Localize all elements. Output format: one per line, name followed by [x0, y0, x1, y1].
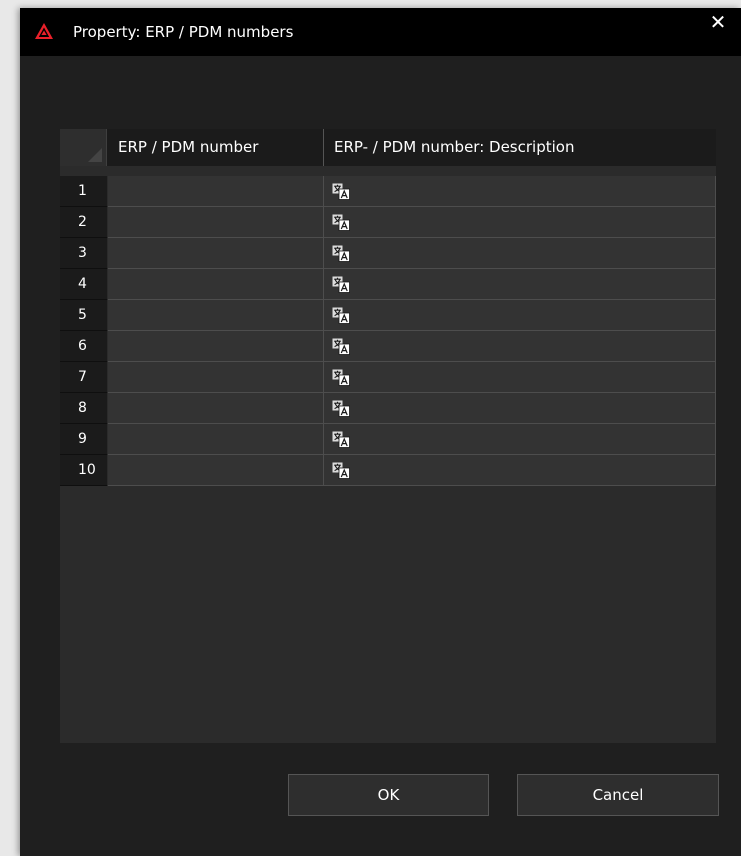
description-cell[interactable]: [324, 300, 716, 331]
table-row: 8: [60, 393, 716, 424]
ok-button[interactable]: OK: [288, 774, 489, 816]
erp-pdm-number-cell[interactable]: [108, 424, 324, 455]
translate-icon[interactable]: [332, 183, 350, 200]
description-cell[interactable]: [324, 331, 716, 362]
description-cell[interactable]: [324, 176, 716, 207]
translate-icon[interactable]: [332, 369, 350, 386]
corner-triangle-icon: [88, 148, 102, 162]
translate-icon[interactable]: [332, 307, 350, 324]
translate-icon[interactable]: [332, 462, 350, 479]
row-number[interactable]: 10: [60, 455, 107, 486]
erp-pdm-number-cell[interactable]: [108, 393, 324, 424]
row-number[interactable]: 2: [60, 207, 107, 238]
description-cell[interactable]: [324, 362, 716, 393]
title-bar[interactable]: Property: ERP / PDM numbers ✕: [20, 8, 741, 56]
erp-pdm-number-cell[interactable]: [108, 362, 324, 393]
description-cell[interactable]: [324, 424, 716, 455]
row-number[interactable]: 7: [60, 362, 107, 393]
description-cell[interactable]: [324, 393, 716, 424]
erp-pdm-number-cell[interactable]: [108, 238, 324, 269]
description-cell[interactable]: [324, 207, 716, 238]
description-cell[interactable]: [324, 238, 716, 269]
translate-icon[interactable]: [332, 431, 350, 448]
property-dialog: Property: ERP / PDM numbers ✕ ERP / PDM …: [20, 8, 741, 856]
table-row: 5: [60, 300, 716, 331]
erp-pdm-number-cell[interactable]: [108, 176, 324, 207]
table-row: 1: [60, 176, 716, 207]
column-header-description[interactable]: ERP- / PDM number: Description: [324, 129, 716, 166]
translate-icon[interactable]: [332, 400, 350, 417]
erp-pdm-number-cell[interactable]: [108, 300, 324, 331]
row-number[interactable]: 1: [60, 176, 107, 207]
row-number[interactable]: 6: [60, 331, 107, 362]
table-row: 6: [60, 331, 716, 362]
table-row: 7: [60, 362, 716, 393]
table-row: 10: [60, 455, 716, 486]
table-header-row: ERP / PDM number ERP- / PDM number: Desc…: [60, 129, 716, 166]
translate-icon[interactable]: [332, 276, 350, 293]
close-icon: ✕: [709, 10, 727, 34]
row-number[interactable]: 8: [60, 393, 107, 424]
table-row: 3: [60, 238, 716, 269]
select-all-corner[interactable]: [60, 129, 107, 166]
row-number[interactable]: 4: [60, 269, 107, 300]
row-number[interactable]: 3: [60, 238, 107, 269]
erp-pdm-number-cell[interactable]: [108, 269, 324, 300]
translate-icon[interactable]: [332, 338, 350, 355]
translate-icon[interactable]: [332, 245, 350, 262]
table-row: 4: [60, 269, 716, 300]
description-cell[interactable]: [324, 269, 716, 300]
translate-icon[interactable]: [332, 214, 350, 231]
erp-pdm-table: ERP / PDM number ERP- / PDM number: Desc…: [60, 129, 716, 743]
erp-pdm-number-cell[interactable]: [108, 455, 324, 486]
app-logo-icon: [35, 23, 53, 39]
row-number[interactable]: 5: [60, 300, 107, 331]
close-button[interactable]: ✕: [695, 8, 741, 38]
erp-pdm-number-cell[interactable]: [108, 331, 324, 362]
erp-pdm-number-cell[interactable]: [108, 207, 324, 238]
table-row: 9: [60, 424, 716, 455]
dialog-title: Property: ERP / PDM numbers: [73, 23, 294, 41]
cancel-button[interactable]: Cancel: [517, 774, 719, 816]
column-header-erp-pdm-number[interactable]: ERP / PDM number: [108, 129, 324, 166]
row-number[interactable]: 9: [60, 424, 107, 455]
description-cell[interactable]: [324, 455, 716, 486]
table-row: 2: [60, 207, 716, 238]
